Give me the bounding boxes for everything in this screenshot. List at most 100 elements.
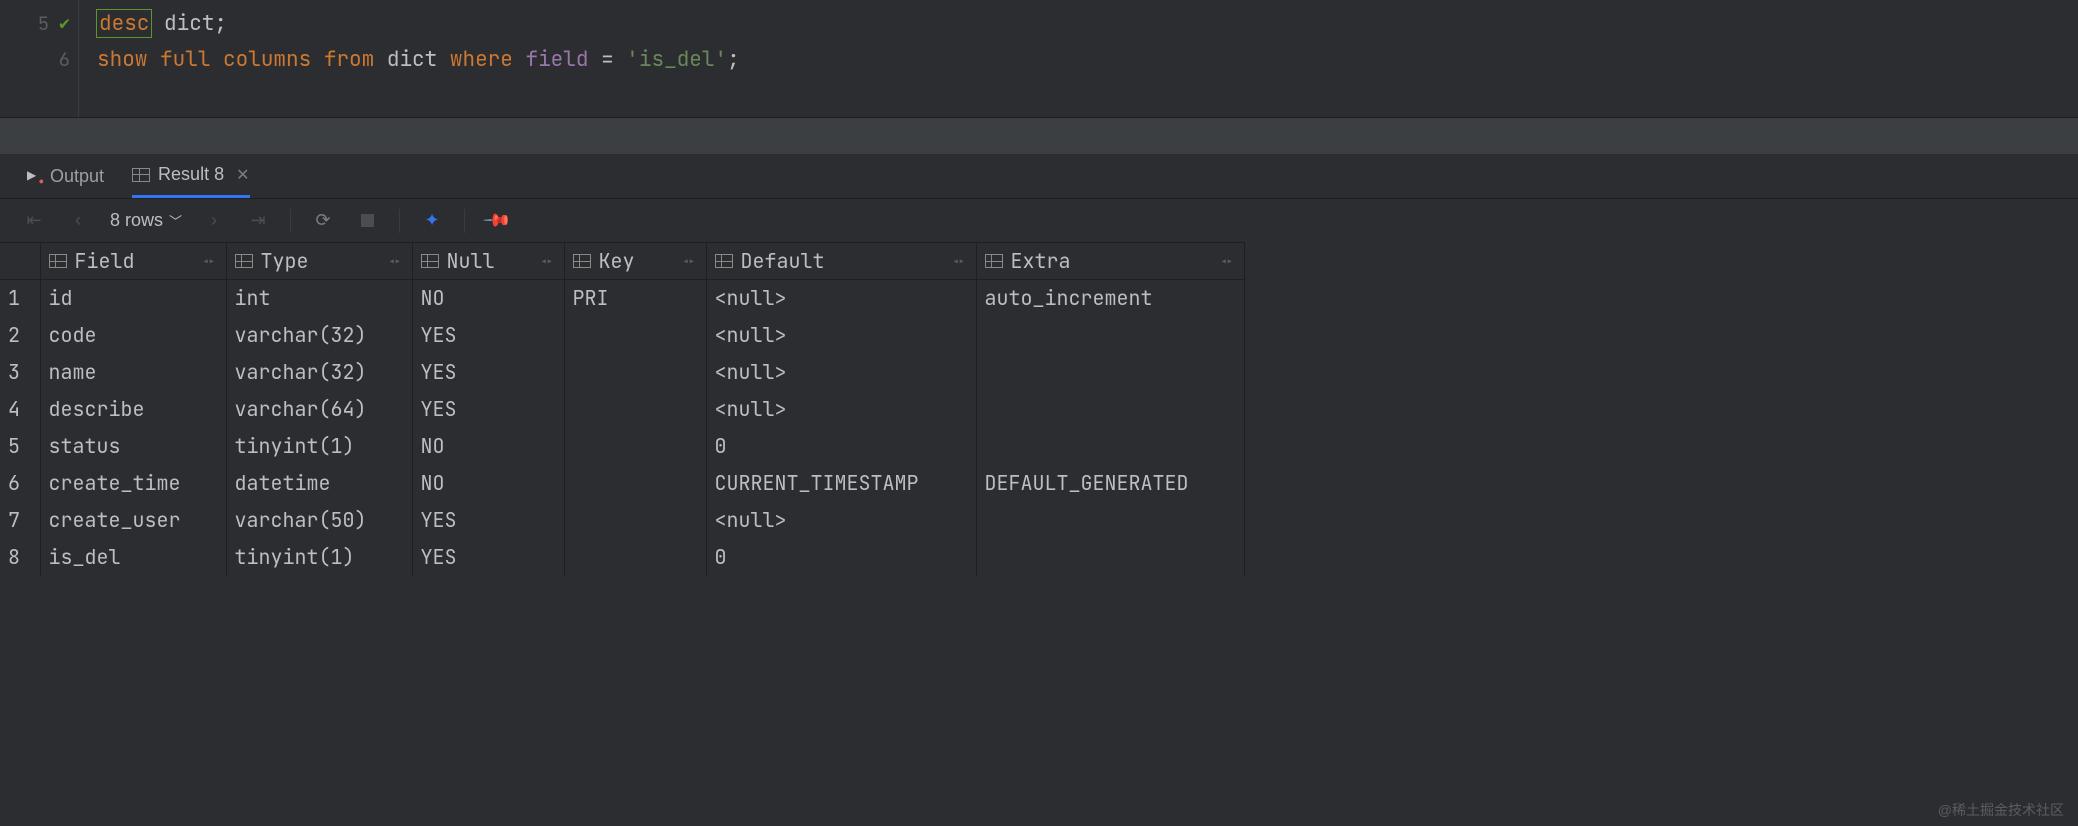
table-row[interactable]: 2codevarchar(32)YES <null> (0, 317, 1244, 354)
tab-result[interactable]: Result 8 ✕ (132, 154, 249, 198)
sort-icon[interactable]: ◂▸ (388, 253, 400, 270)
table-row[interactable]: 5statustinyint(1)NO 0 (0, 428, 1244, 465)
cell-type[interactable]: varchar(64) (226, 391, 412, 428)
row-number[interactable]: 6 (0, 465, 40, 502)
sort-icon[interactable]: ◂▸ (682, 253, 694, 270)
column-header-extra[interactable]: Extra◂▸ (976, 243, 1244, 280)
reload-button[interactable]: ⟳ (311, 210, 335, 231)
code-line-5[interactable]: desc dict; (97, 5, 2078, 41)
table-row[interactable]: 1idintNOPRI<null>auto_increment (0, 280, 1244, 317)
row-number[interactable]: 2 (0, 317, 40, 354)
cell-key[interactable] (564, 465, 706, 502)
table-row[interactable]: 4describevarchar(64)YES <null> (0, 391, 1244, 428)
cell-field[interactable]: name (40, 354, 226, 391)
cell-type[interactable]: varchar(32) (226, 317, 412, 354)
cell-type[interactable]: int (226, 280, 412, 317)
row-number[interactable]: 5 (0, 428, 40, 465)
column-header-key[interactable]: Key◂▸ (564, 243, 706, 280)
cell-null[interactable]: YES (412, 539, 564, 576)
gutter-line-6[interactable]: 6 (0, 41, 70, 77)
cell-key[interactable] (564, 502, 706, 539)
cell-field[interactable]: describe (40, 391, 226, 428)
cell-field[interactable]: status (40, 428, 226, 465)
sort-icon[interactable]: ◂▸ (540, 253, 552, 270)
tab-output[interactable]: Output (26, 154, 104, 198)
table-row[interactable]: 7create_uservarchar(50)YES <null> (0, 502, 1244, 539)
commit-button[interactable]: ✦ (420, 210, 444, 231)
stop-button[interactable] (355, 214, 379, 227)
sql-editor[interactable]: 5 ✔ 6 desc dict; show full columns from … (0, 0, 2078, 118)
row-number[interactable]: 8 (0, 539, 40, 576)
cell-null[interactable]: YES (412, 354, 564, 391)
cell-default[interactable]: CURRENT_TIMESTAMP (706, 465, 976, 502)
sort-icon[interactable]: ◂▸ (952, 253, 964, 270)
grid-icon (132, 168, 150, 182)
cell-field[interactable]: create_time (40, 465, 226, 502)
code-area[interactable]: desc dict; show full columns from dict w… (78, 0, 2078, 117)
chevron-down-icon: ﹀ (169, 211, 182, 230)
cell-null[interactable]: NO (412, 465, 564, 502)
cell-default[interactable]: <null> (706, 280, 976, 317)
cell-default[interactable]: <null> (706, 354, 976, 391)
table-row[interactable]: 8is_deltinyint(1)YES 0 (0, 539, 1244, 576)
cell-null[interactable]: NO (412, 280, 564, 317)
cell-default[interactable]: <null> (706, 502, 976, 539)
cell-extra[interactable]: DEFAULT_GENERATED (976, 465, 1244, 502)
column-header-field[interactable]: Field◂▸ (40, 243, 226, 280)
cell-null[interactable]: YES (412, 391, 564, 428)
cell-type[interactable]: tinyint(1) (226, 428, 412, 465)
cell-default[interactable]: <null> (706, 391, 976, 428)
cell-null[interactable]: YES (412, 502, 564, 539)
cell-type[interactable]: tinyint(1) (226, 539, 412, 576)
code-line-6[interactable]: show full columns from dict where field … (97, 41, 2078, 77)
cell-default[interactable]: <null> (706, 317, 976, 354)
cell-null[interactable]: YES (412, 317, 564, 354)
next-page-button[interactable]: › (202, 210, 226, 231)
cell-field[interactable]: create_user (40, 502, 226, 539)
gutter-line-5[interactable]: 5 ✔ (0, 5, 70, 41)
cell-key[interactable] (564, 391, 706, 428)
sort-icon[interactable]: ◂▸ (202, 253, 214, 270)
row-number[interactable]: 1 (0, 280, 40, 317)
cell-extra[interactable] (976, 539, 1244, 576)
cell-extra[interactable] (976, 317, 1244, 354)
column-header-null[interactable]: Null◂▸ (412, 243, 564, 280)
cell-extra[interactable] (976, 391, 1244, 428)
cell-extra[interactable] (976, 354, 1244, 391)
cell-default[interactable]: 0 (706, 428, 976, 465)
cell-field[interactable]: code (40, 317, 226, 354)
close-icon[interactable]: ✕ (236, 165, 249, 185)
cell-key[interactable] (564, 428, 706, 465)
first-page-button[interactable]: ⇤ (22, 210, 46, 231)
table-row[interactable]: 6create_timedatetimeNO CURRENT_TIMESTAMPD… (0, 465, 1244, 502)
cell-key[interactable] (564, 354, 706, 391)
row-number[interactable]: 7 (0, 502, 40, 539)
cell-field[interactable]: is_del (40, 539, 226, 576)
table-row[interactable]: 3namevarchar(32)YES <null> (0, 354, 1244, 391)
column-header-type[interactable]: Type◂▸ (226, 243, 412, 280)
last-page-button[interactable]: ⇥ (246, 210, 270, 231)
cell-null[interactable]: NO (412, 428, 564, 465)
row-number[interactable]: 3 (0, 354, 40, 391)
column-header-default[interactable]: Default◂▸ (706, 243, 976, 280)
cell-key[interactable] (564, 317, 706, 354)
pin-button[interactable]: 📌 (485, 210, 509, 231)
string-literal: 'is_del' (626, 46, 727, 73)
cell-type[interactable]: datetime (226, 465, 412, 502)
cell-extra[interactable] (976, 428, 1244, 465)
checkmark-icon: ✔ (59, 12, 70, 35)
line-number: 6 (59, 47, 70, 72)
cell-field[interactable]: id (40, 280, 226, 317)
cell-key[interactable]: PRI (564, 280, 706, 317)
prev-page-button[interactable]: ‹ (66, 210, 90, 231)
cell-type[interactable]: varchar(50) (226, 502, 412, 539)
cell-extra[interactable]: auto_increment (976, 280, 1244, 317)
cell-extra[interactable] (976, 502, 1244, 539)
sort-icon[interactable]: ◂▸ (1220, 253, 1232, 270)
rownum-header[interactable] (0, 243, 40, 280)
rows-dropdown[interactable]: 8 rows ﹀ (110, 210, 182, 231)
cell-type[interactable]: varchar(32) (226, 354, 412, 391)
cell-key[interactable] (564, 539, 706, 576)
row-number[interactable]: 4 (0, 391, 40, 428)
cell-default[interactable]: 0 (706, 539, 976, 576)
